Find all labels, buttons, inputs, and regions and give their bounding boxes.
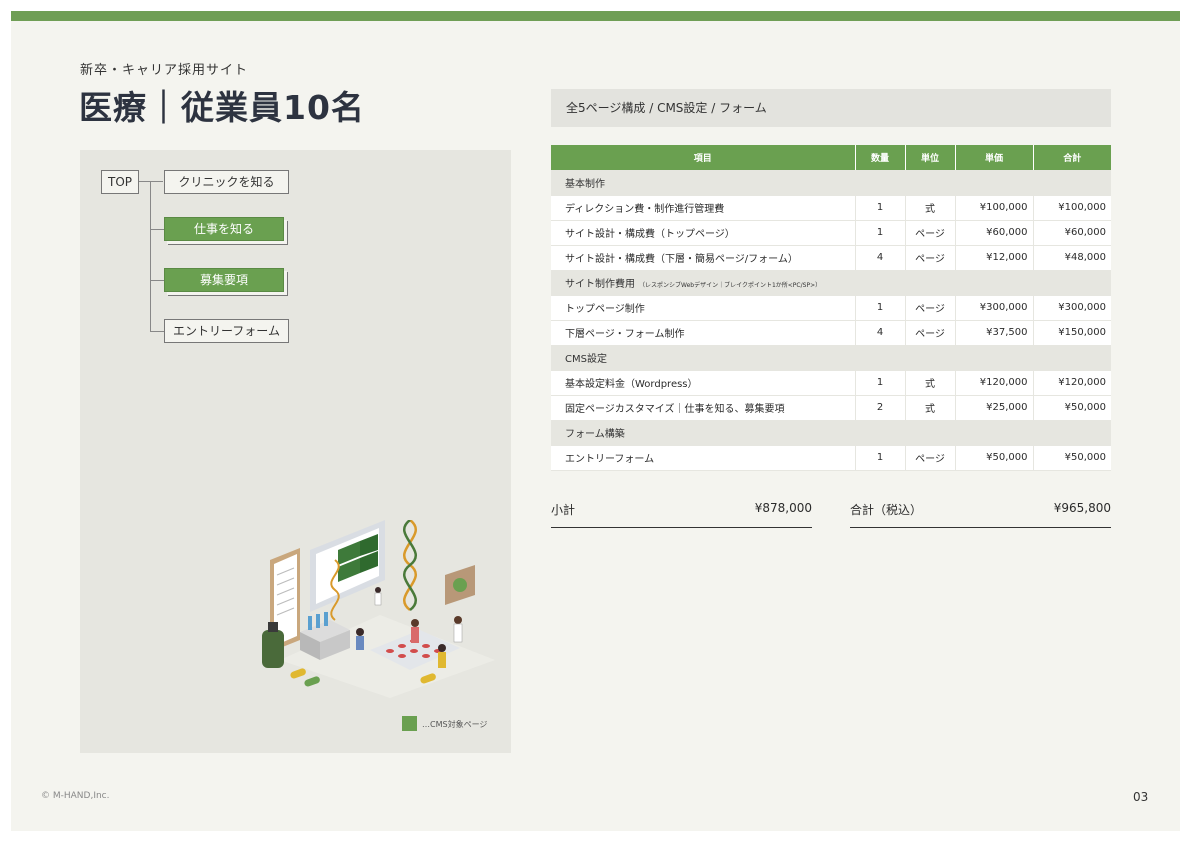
table-header-row: 項目 数量 単位 単価 合計 — [551, 145, 1111, 170]
cell-price: ¥12,000 — [955, 245, 1034, 271]
sitemap-connector — [150, 229, 164, 230]
cell-total: ¥50,000 — [1033, 395, 1111, 421]
copyright: © M-HAND,Inc. — [41, 791, 110, 801]
legend-cms-label: …CMS対象ページ — [422, 720, 488, 729]
table-row: サイト設計・構成費（下層・簡易ページ/フォーム） 4 ページ ¥12,000 ¥… — [551, 245, 1111, 271]
section-title: CMS設定 — [565, 354, 607, 365]
table-row: 基本設定料金（Wordpress） 1 式 ¥120,000 ¥120,000 — [551, 370, 1111, 396]
section-note: （レスポンシブWebデザイン｜ブレイクポイント1か所<PC/SP>） — [639, 282, 822, 289]
cell-unit: ページ — [905, 220, 956, 246]
cell-total: ¥100,000 — [1033, 195, 1111, 221]
cell-price: ¥60,000 — [955, 220, 1034, 246]
cell-unit: ページ — [905, 320, 956, 346]
top-accent-bar — [11, 11, 1180, 21]
scope-summary: 全5ページ構成 / CMS設定 / フォーム — [551, 89, 1111, 127]
cell-price: ¥120,000 — [955, 370, 1034, 396]
subtotal-block: 小計 ¥878,000 — [551, 501, 812, 528]
section-title: サイト制作費用 — [565, 279, 635, 290]
page: 新卒・キャリア採用サイト 医療｜従業員10名 TOP クリニックを知る 仕事を知… — [11, 11, 1180, 831]
sitemap-node-recruit: 募集要項 — [164, 268, 284, 292]
cell-item: 基本設定料金（Wordpress） — [551, 370, 856, 396]
cell-total: ¥150,000 — [1033, 320, 1111, 346]
sitemap-panel: TOP クリニックを知る 仕事を知る 募集要項 エントリーフォーム …CMS対象… — [80, 150, 511, 753]
table-row: トップページ制作 1 ページ ¥300,000 ¥300,000 — [551, 295, 1111, 321]
cell-item: サイト設計・構成費（下層・簡易ページ/フォーム） — [551, 245, 856, 271]
legend-cms-swatch — [402, 716, 417, 731]
cell-total: ¥300,000 — [1033, 295, 1111, 321]
cell-price: ¥50,000 — [955, 445, 1034, 471]
cell-qty: 2 — [855, 395, 906, 421]
sitemap-node-work: 仕事を知る — [164, 217, 284, 241]
cell-item: トップページ制作 — [551, 295, 856, 321]
cell-price: ¥37,500 — [955, 320, 1034, 346]
cell-unit: ページ — [905, 295, 956, 321]
page-title: 医療｜従業員10名 — [79, 88, 365, 127]
cell-unit: 式 — [905, 195, 956, 221]
section-row: サイト制作費用 （レスポンシブWebデザイン｜ブレイクポイント1か所<PC/SP>… — [551, 270, 1111, 296]
col-header-qty: 数量 — [855, 145, 906, 170]
subtotal-label: 小計 — [551, 503, 576, 517]
cell-qty: 1 — [855, 295, 906, 321]
sitemap-connector — [150, 280, 164, 281]
sitemap-node-clinic: クリニックを知る — [164, 170, 289, 194]
table-row: エントリーフォーム 1 ページ ¥50,000 ¥50,000 — [551, 445, 1111, 471]
table-row: サイト設計・構成費（トップページ） 1 ページ ¥60,000 ¥60,000 — [551, 220, 1111, 246]
col-header-total: 合計 — [1033, 145, 1111, 170]
section-row: CMS設定 — [551, 345, 1111, 371]
col-header-item: 項目 — [551, 145, 856, 170]
cell-qty: 4 — [855, 320, 906, 346]
sitemap-node-top: TOP — [101, 170, 139, 194]
sitemap-connector — [139, 181, 163, 182]
cell-qty: 1 — [855, 220, 906, 246]
cell-unit: 式 — [905, 395, 956, 421]
cell-total: ¥48,000 — [1033, 245, 1111, 271]
cell-price: ¥100,000 — [955, 195, 1034, 221]
cell-price: ¥300,000 — [955, 295, 1034, 321]
sitemap-node-entry: エントリーフォーム — [164, 319, 289, 343]
cell-item: 下層ページ・フォーム制作 — [551, 320, 856, 346]
page-subtitle: 新卒・キャリア採用サイト — [80, 63, 249, 78]
cell-unit: 式 — [905, 370, 956, 396]
table-row: ディレクション費・制作進行管理費 1 式 ¥100,000 ¥100,000 — [551, 195, 1111, 221]
section-row: フォーム構築 — [551, 420, 1111, 446]
section-row: 基本制作 — [551, 170, 1111, 196]
cell-total: ¥120,000 — [1033, 370, 1111, 396]
medical-illustration — [262, 520, 495, 698]
cell-total: ¥60,000 — [1033, 220, 1111, 246]
cell-unit: ページ — [905, 445, 956, 471]
section-title: 基本制作 — [565, 178, 605, 190]
table-row: 下層ページ・フォーム制作 4 ページ ¥37,500 ¥150,000 — [551, 320, 1111, 346]
cell-unit: ページ — [905, 245, 956, 271]
section-title: フォーム構築 — [565, 429, 625, 440]
table-row: 固定ページカスタマイズ｜仕事を知る、募集要項 2 式 ¥25,000 ¥50,0… — [551, 395, 1111, 421]
cell-qty: 4 — [855, 245, 906, 271]
subtotal-value: ¥878,000 — [754, 501, 812, 515]
cell-item: ディレクション費・制作進行管理費 — [551, 195, 856, 221]
cell-qty: 1 — [855, 195, 906, 221]
cell-qty: 1 — [855, 445, 906, 471]
sitemap-connector — [150, 331, 164, 332]
cell-item: エントリーフォーム — [551, 445, 856, 471]
cell-item: サイト設計・構成費（トップページ） — [551, 220, 856, 246]
cell-item: 固定ページカスタマイズ｜仕事を知る、募集要項 — [551, 395, 856, 421]
col-header-unit: 単位 — [905, 145, 956, 170]
sitemap-connector — [150, 181, 151, 331]
grand-total-block: 合計（税込） ¥965,800 — [850, 501, 1111, 528]
cell-qty: 1 — [855, 370, 906, 396]
grand-total-label: 合計（税込） — [850, 503, 923, 517]
cell-price: ¥25,000 — [955, 395, 1034, 421]
page-number: 03 — [1133, 790, 1149, 804]
cell-total: ¥50,000 — [1033, 445, 1111, 471]
estimate-table: 項目 数量 単位 単価 合計 基本制作 ディレクション費・制作進行管理費 1 式… — [551, 145, 1111, 471]
col-header-price: 単価 — [955, 145, 1034, 170]
grand-total-value: ¥965,800 — [1053, 501, 1111, 515]
